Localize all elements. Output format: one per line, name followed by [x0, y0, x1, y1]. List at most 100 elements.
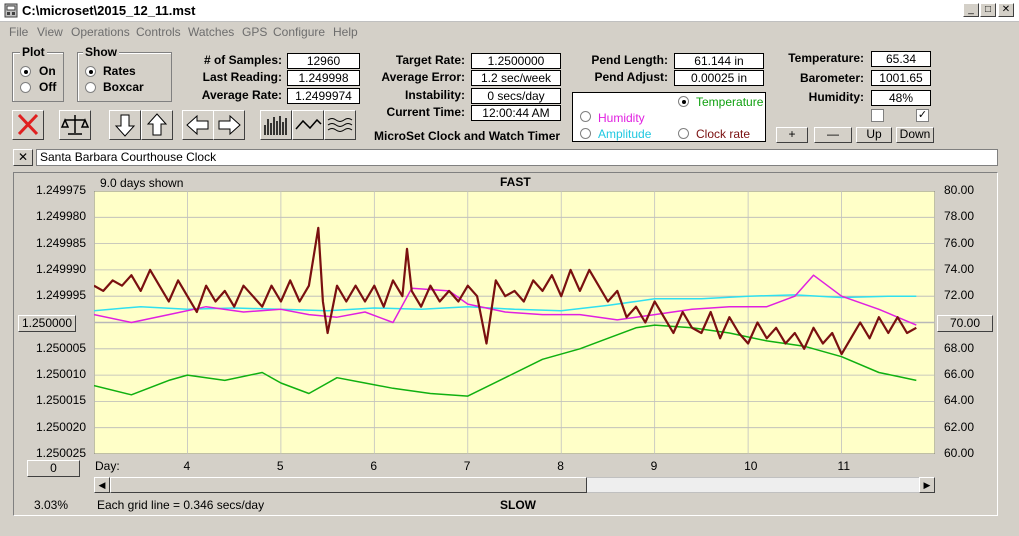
current-time-label: Current Time:: [386, 105, 465, 119]
right-axis-tick: 64.00: [944, 393, 975, 408]
temperature-field-label: Temperature:: [788, 51, 864, 65]
pend-length-field: 61.144 in: [674, 53, 764, 69]
plot-group: [12, 52, 64, 102]
show-rates-label: Rates: [103, 64, 136, 78]
plot-group-title: Plot: [20, 45, 47, 59]
average-error-field: 1.2 sec/week: [471, 70, 561, 86]
menu-help[interactable]: Help: [333, 25, 358, 39]
scroll-thumb[interactable]: [110, 477, 587, 493]
grid-note: Each grid line = 0.346 secs/day: [97, 498, 265, 512]
arrow-left-icon: [186, 114, 209, 136]
show-boxcar-radio[interactable]: [85, 82, 96, 93]
instability-field: 0 secs/day: [471, 88, 561, 104]
right-center-button[interactable]: 70.00: [937, 315, 993, 332]
app-icon: [4, 3, 18, 18]
window-title: C:\microset\2015_12_11.mst: [22, 3, 196, 18]
percent-label: 3.03%: [34, 498, 69, 512]
balance-button[interactable]: [59, 110, 91, 140]
left-offset-button[interactable]: 0: [27, 460, 80, 477]
amplitude-radio[interactable]: [580, 128, 591, 139]
scale-minus-button[interactable]: —: [814, 127, 852, 143]
x-axis-tick: 9: [650, 459, 658, 473]
last-reading-field: 1.249998: [287, 70, 360, 86]
instability-label: Instability:: [404, 88, 465, 102]
rate-chart: [94, 191, 935, 454]
left-axis-tick: 1.249985: [35, 235, 86, 250]
scroll-left-button[interactable]: ◀: [94, 477, 110, 493]
target-rate-label: Target Rate:: [395, 53, 465, 67]
last-reading-label: Last Reading:: [202, 70, 282, 84]
left-axis-tick: 1.249990: [35, 261, 86, 276]
x-axis-tick: 6: [370, 459, 378, 473]
left-arrow-button[interactable]: [182, 110, 214, 140]
left-axis-tick: 1.250020: [35, 419, 86, 434]
menu-file[interactable]: File: [9, 25, 28, 39]
line-graph-button[interactable]: [292, 110, 324, 140]
option-checkbox-1[interactable]: [871, 109, 884, 122]
menu-operations[interactable]: Operations: [71, 25, 130, 39]
clear-button[interactable]: [12, 110, 44, 140]
menu-watches[interactable]: Watches: [188, 25, 234, 39]
right-arrow-button[interactable]: [213, 110, 245, 140]
option-checkbox-2[interactable]: ✓: [916, 109, 929, 122]
arrow-up-icon: [146, 113, 168, 136]
average-rate-field: 1.2499974: [287, 88, 360, 104]
humidity-radio[interactable]: [580, 111, 591, 122]
barometer-label: Barometer:: [799, 71, 864, 85]
target-rate-field[interactable]: 1.2500000: [471, 53, 561, 69]
histogram-button[interactable]: [260, 110, 292, 140]
menu-configure[interactable]: Configure: [273, 25, 325, 39]
left-axis-tick: 1.249995: [35, 288, 86, 303]
temperature-radio[interactable]: [678, 96, 689, 107]
right-axis-tick: 62.00: [944, 419, 975, 434]
app-caption: MicroSet Clock and Watch Timer: [374, 129, 561, 143]
scroll-right-button[interactable]: ▶: [919, 477, 935, 493]
wave-button[interactable]: [324, 110, 356, 140]
right-axis-tick: 66.00: [944, 367, 975, 382]
wave-lines-icon: [327, 118, 353, 132]
left-axis-tick: 1.250010: [35, 367, 86, 382]
left-axis-tick: 1.250005: [35, 340, 86, 355]
scale-down-button[interactable]: Down: [896, 127, 934, 143]
days-shown-label: 9.0 days shown: [100, 176, 184, 190]
x-axis-tick: 10: [744, 459, 758, 473]
plot-off-radio[interactable]: [20, 82, 31, 93]
x-axis-tick: 5: [276, 459, 284, 473]
maximize-button[interactable]: □: [980, 3, 996, 17]
menu-view[interactable]: View: [37, 25, 63, 39]
left-axis-tick: 1.250015: [35, 393, 86, 408]
arrow-right-icon: [218, 114, 241, 136]
samples-label: # of Samples:: [203, 53, 282, 67]
scale-plus-button[interactable]: +: [776, 127, 808, 143]
menu-controls[interactable]: Controls: [136, 25, 181, 39]
humidity-label: Humidity: [598, 111, 645, 125]
title-bar: C:\microset\2015_12_11.mst _ □ ✕: [0, 0, 1019, 22]
down-arrow-button[interactable]: [109, 110, 141, 140]
scale-up-button[interactable]: Up: [856, 127, 892, 143]
red-x-icon: [17, 113, 39, 136]
plot-on-radio[interactable]: [20, 66, 31, 77]
close-window-button[interactable]: ✕: [998, 3, 1014, 17]
show-boxcar-label: Boxcar: [103, 80, 144, 94]
scroll-left-icon: ◀: [98, 480, 106, 490]
clock-name-input[interactable]: Santa Barbara Courthouse Clock: [36, 149, 998, 166]
menu-gps[interactable]: GPS: [242, 25, 267, 39]
x-axis-tick: 8: [557, 459, 564, 473]
pend-adjust-label: Pend Adjust:: [594, 70, 668, 84]
pend-adjust-field: 0.00025 in: [674, 70, 764, 86]
left-axis-tick: 1.249980: [35, 209, 86, 224]
center-value-button[interactable]: 1.250000: [18, 315, 76, 332]
right-axis-tick: 72.00: [944, 288, 975, 303]
x-axis-tick: 4: [183, 459, 191, 473]
up-arrow-button[interactable]: [141, 110, 173, 140]
x-axis-tick: 11: [837, 459, 851, 473]
show-rates-radio[interactable]: [85, 66, 96, 77]
right-axis-tick: 80.00: [944, 183, 975, 197]
clear-clock-name-button[interactable]: ✕: [13, 149, 33, 166]
clock-rate-radio[interactable]: [678, 128, 689, 139]
minimize-button[interactable]: _: [963, 3, 979, 17]
barometer-field: 1001.65: [871, 70, 931, 86]
temperature-field: 65.34: [871, 51, 931, 67]
right-axis-tick: 74.00: [944, 261, 975, 276]
scale-balance-icon: [60, 115, 90, 135]
